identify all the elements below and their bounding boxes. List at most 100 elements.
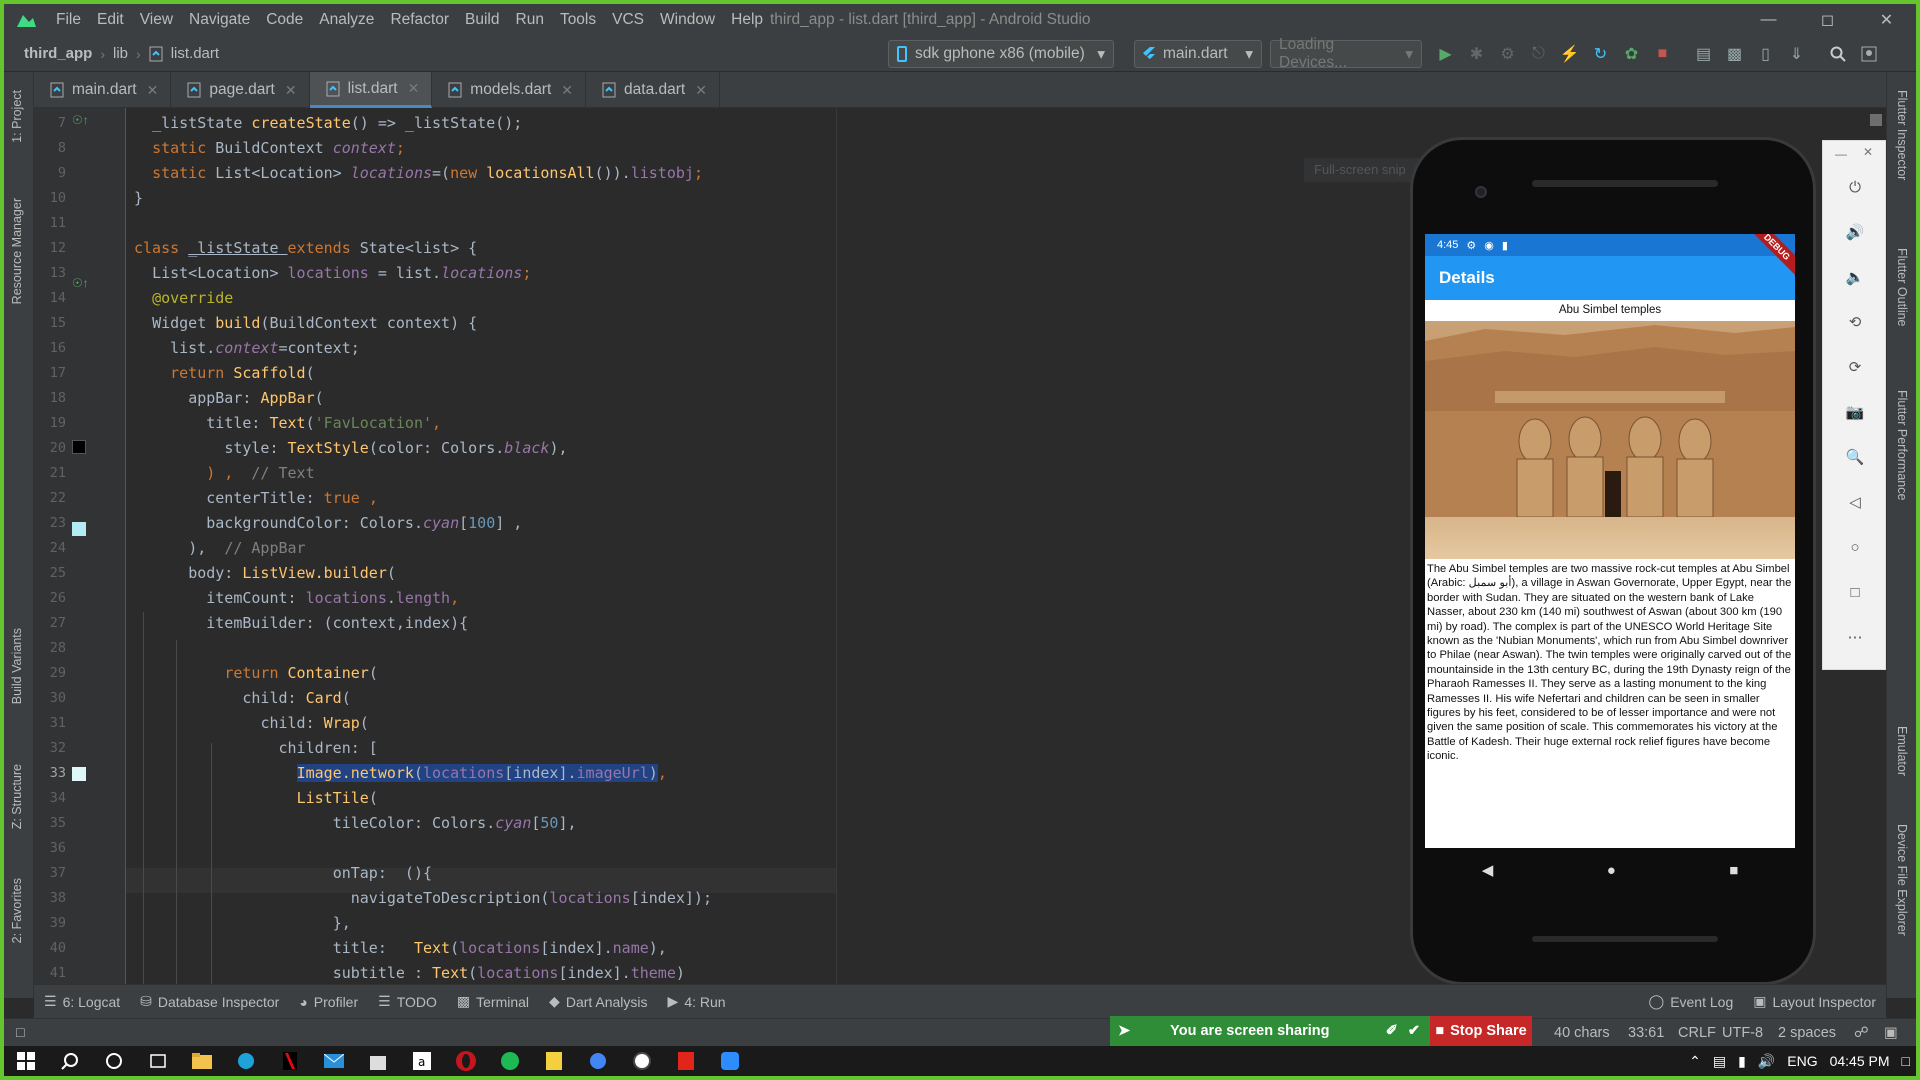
power-icon[interactable]: ⏻ — [1837, 169, 1873, 205]
favorites-tool-button[interactable]: 2: Favorites — [10, 878, 24, 943]
search-icon[interactable] — [1822, 36, 1853, 72]
netflix-icon[interactable] — [268, 1046, 312, 1076]
menu-view[interactable]: View — [132, 4, 181, 36]
tab-page-dart[interactable]: page.dart ✕ — [171, 72, 310, 108]
recents-icon[interactable]: ■ — [1729, 862, 1738, 879]
annotate-icon[interactable]: ✐ — [1386, 1023, 1398, 1039]
logcat-tool-button[interactable]: ☰ 6: Logcat — [34, 993, 130, 1010]
loading-devices-selector[interactable]: Loading Devices... ▾ — [1270, 36, 1422, 71]
flutter-inspector-tool-button[interactable]: Flutter Inspector — [1895, 90, 1909, 180]
run-config-selector[interactable]: main.dart ▾ — [1134, 40, 1262, 68]
close-tab-icon[interactable]: ✕ — [408, 80, 420, 97]
menu-vcs[interactable]: VCS — [604, 4, 652, 36]
line-separator[interactable]: CRLF — [1678, 1019, 1716, 1047]
task-view-icon[interactable] — [136, 1046, 180, 1076]
cortana-icon[interactable] — [92, 1046, 136, 1076]
emulator-tool-button[interactable]: Emulator — [1895, 726, 1909, 776]
database-inspector-tool-button[interactable]: ⛁ Database Inspector — [130, 993, 289, 1010]
menu-tools[interactable]: Tools — [552, 4, 604, 36]
caret-position[interactable]: 33:61 — [1628, 1019, 1664, 1047]
browser-icon[interactable] — [576, 1046, 620, 1076]
chevron-up-icon[interactable]: ⌃ — [1689, 1053, 1701, 1070]
windows-start-icon[interactable] — [4, 1046, 48, 1076]
toggle-tool-windows-icon[interactable]: □ — [16, 1019, 25, 1047]
overview-icon[interactable]: □ — [1837, 574, 1873, 610]
memory-indicator-icon[interactable]: ▣ — [1884, 1019, 1898, 1047]
back-icon[interactable]: ◁ — [1837, 484, 1873, 520]
android-studio-taskbar-icon[interactable] — [620, 1046, 664, 1076]
menu-window[interactable]: Window — [652, 4, 723, 36]
run-icon[interactable]: ▶ — [1430, 36, 1461, 72]
more-icon[interactable]: ⋯ — [1837, 619, 1873, 655]
profiler-tool-button[interactable]: ◕ Profiler — [289, 994, 368, 1010]
todo-tool-button[interactable]: ☰ TODO — [368, 993, 447, 1010]
minimize-icon[interactable]: — — [1835, 147, 1847, 161]
close-tab-icon[interactable]: ✕ — [695, 82, 707, 99]
indent-setting[interactable]: 2 spaces — [1778, 1019, 1836, 1047]
resource-manager-tool-button[interactable]: Resource Manager — [10, 198, 24, 304]
close-tab-icon[interactable]: ✕ — [561, 82, 573, 99]
language-indicator[interactable]: ENG — [1787, 1053, 1817, 1069]
mail-icon[interactable] — [312, 1046, 356, 1076]
store-icon[interactable] — [356, 1046, 400, 1076]
project-structure-icon[interactable]: ▤ — [1688, 36, 1719, 72]
home-icon[interactable]: ○ — [1837, 529, 1873, 565]
amazon-icon[interactable]: a — [400, 1046, 444, 1076]
layout-inspector-tool-button[interactable]: ▣ Layout Inspector — [1743, 993, 1886, 1010]
lock-icon[interactable]: ☍ — [1854, 1019, 1869, 1047]
breadcrumb-project[interactable]: third_app — [24, 45, 92, 62]
event-log-tool-button[interactable]: ◯ Event Log — [1639, 993, 1744, 1010]
word-app-icon[interactable] — [532, 1046, 576, 1076]
opera-icon[interactable] — [444, 1046, 488, 1076]
zoom-app-icon[interactable] — [708, 1046, 752, 1076]
close-tab-icon[interactable]: ✕ — [285, 82, 297, 99]
dart-analysis-tool-button[interactable]: ◆ Dart Analysis — [539, 993, 657, 1010]
rotate-left-icon[interactable]: ⟲ — [1837, 304, 1873, 340]
terminal-tool-button[interactable]: ▩ Terminal — [447, 993, 539, 1010]
pin-icon[interactable]: ➤ — [1118, 1023, 1130, 1039]
spotify-icon[interactable] — [488, 1046, 532, 1076]
color-swatch-black[interactable] — [72, 440, 86, 454]
flutter-outline-tool-button[interactable]: Flutter Outline — [1895, 248, 1909, 327]
override-marker-icon[interactable]: ☉↑ — [72, 276, 89, 290]
stop-icon[interactable]: ■ — [1647, 36, 1678, 72]
build-variants-tool-button[interactable]: Build Variants — [10, 628, 24, 704]
apply-changes-icon[interactable]: ↻ — [1585, 36, 1616, 72]
attach-icon[interactable]: ✿ — [1616, 36, 1647, 72]
clock[interactable]: 04:45 PM — [1830, 1053, 1890, 1069]
profile-icon[interactable]: ⚙ — [1492, 36, 1523, 72]
run-tool-button[interactable]: ▶ 4: Run — [658, 993, 736, 1010]
avd-manager-icon[interactable]: ▩ — [1719, 36, 1750, 72]
edge-icon[interactable] — [224, 1046, 268, 1076]
menu-run[interactable]: Run — [508, 4, 552, 36]
acrobat-icon[interactable] — [664, 1046, 708, 1076]
volume-down-icon[interactable]: 🔈 — [1837, 259, 1873, 295]
back-icon[interactable]: ◀ — [1482, 861, 1494, 879]
tab-data-dart[interactable]: data.dart ✕ — [586, 72, 720, 108]
menu-analyze[interactable]: Analyze — [311, 4, 382, 36]
menu-help[interactable]: Help — [723, 4, 771, 36]
tab-models-dart[interactable]: models.dart ✕ — [432, 72, 587, 108]
camera-icon[interactable]: 📷 — [1837, 394, 1873, 430]
override-marker-icon[interactable]: ☉↑ — [72, 113, 89, 127]
project-tool-button[interactable]: 1: Project — [10, 90, 24, 143]
home-icon[interactable]: ● — [1607, 862, 1616, 879]
flutter-performance-tool-button[interactable]: Flutter Performance — [1895, 390, 1909, 500]
attach-debugger-icon[interactable]: ⎋ — [1523, 36, 1554, 72]
debug-icon[interactable]: ✱ — [1461, 36, 1492, 72]
close-tab-icon[interactable]: ✕ — [147, 82, 159, 99]
close-icon[interactable]: ✕ — [1857, 4, 1916, 36]
notifications-icon[interactable]: □ — [1902, 1053, 1910, 1069]
volume-icon[interactable]: 🔊 — [1758, 1053, 1775, 1070]
sdk-manager-icon[interactable]: ⇓ — [1781, 36, 1812, 72]
breadcrumb-file[interactable]: list.dart — [171, 45, 219, 62]
rotate-right-icon[interactable]: ⟳ — [1837, 349, 1873, 385]
close-icon[interactable]: ✕ — [1863, 145, 1873, 159]
color-swatch-cyan-50[interactable] — [72, 767, 86, 781]
emulator-screen[interactable]: 4:45 ⚙ ◉ ▮ ▮ Details DEBUG Abu Simbel te… — [1425, 234, 1795, 848]
structure-tool-button[interactable]: Z: Structure — [10, 764, 24, 829]
device-selector[interactable]: sdk gphone x86 (mobile) ▾ — [888, 40, 1114, 68]
inspection-status-icon[interactable] — [1870, 114, 1882, 126]
account-icon[interactable] — [1853, 36, 1884, 72]
color-swatch-cyan-100[interactable] — [72, 522, 86, 536]
